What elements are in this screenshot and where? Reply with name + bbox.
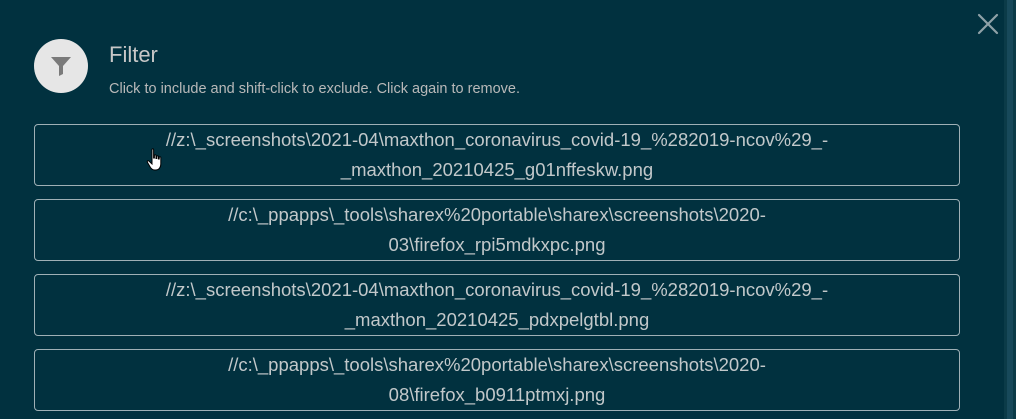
scrollbar-thumb[interactable] <box>1007 0 1013 419</box>
filter-option-line: _maxthon_20210425_g01nffeskw.png <box>340 159 654 180</box>
close-icon <box>977 13 999 35</box>
filter-option-label: //z:\_screenshots\2021-04\maxthon_corona… <box>126 275 868 335</box>
filter-option[interactable]: //c:\_ppapps\_tools\sharex%20portable\sh… <box>34 349 960 411</box>
filter-option-line: //c:\_ppapps\_tools\sharex%20portable\sh… <box>228 204 766 225</box>
dialog-subtitle: Click to include and shift-click to excl… <box>109 81 521 97</box>
filter-option-line: //c:\_ppapps\_tools\sharex%20portable\sh… <box>228 354 766 375</box>
filter-option-line: _maxthon_20210425_pdxpelgtbl.png <box>344 309 650 330</box>
dialog-title: Filter <box>109 42 158 67</box>
filter-option[interactable]: //z:\_screenshots\2021-04\maxthon_corona… <box>34 124 960 186</box>
filter-option-line: 03\firefox_rpi5mdkxpc.png <box>388 234 606 255</box>
filter-option-label: //c:\_ppapps\_tools\sharex%20portable\sh… <box>188 200 806 260</box>
filter-badge <box>34 39 88 93</box>
filter-option-line: //z:\_screenshots\2021-04\maxthon_corona… <box>165 279 829 300</box>
close-button[interactable] <box>972 8 1004 40</box>
filter-option[interactable]: //c:\_ppapps\_tools\sharex%20portable\sh… <box>34 199 960 261</box>
filter-option-line: 08\firefox_b0911ptmxj.png <box>388 384 606 405</box>
scrollbar-track[interactable] <box>1004 0 1016 419</box>
filter-dialog: Filter Click to include and shift-click … <box>0 0 1004 419</box>
filter-option[interactable]: //z:\_screenshots\2021-04\maxthon_corona… <box>34 274 960 336</box>
filter-option-label: //c:\_ppapps\_tools\sharex%20portable\sh… <box>188 350 806 410</box>
filter-option-label: //z:\_screenshots\2021-04\maxthon_corona… <box>126 125 868 185</box>
filter-option-line: //z:\_screenshots\2021-04\maxthon_corona… <box>165 129 829 150</box>
filter-icon <box>51 57 71 76</box>
